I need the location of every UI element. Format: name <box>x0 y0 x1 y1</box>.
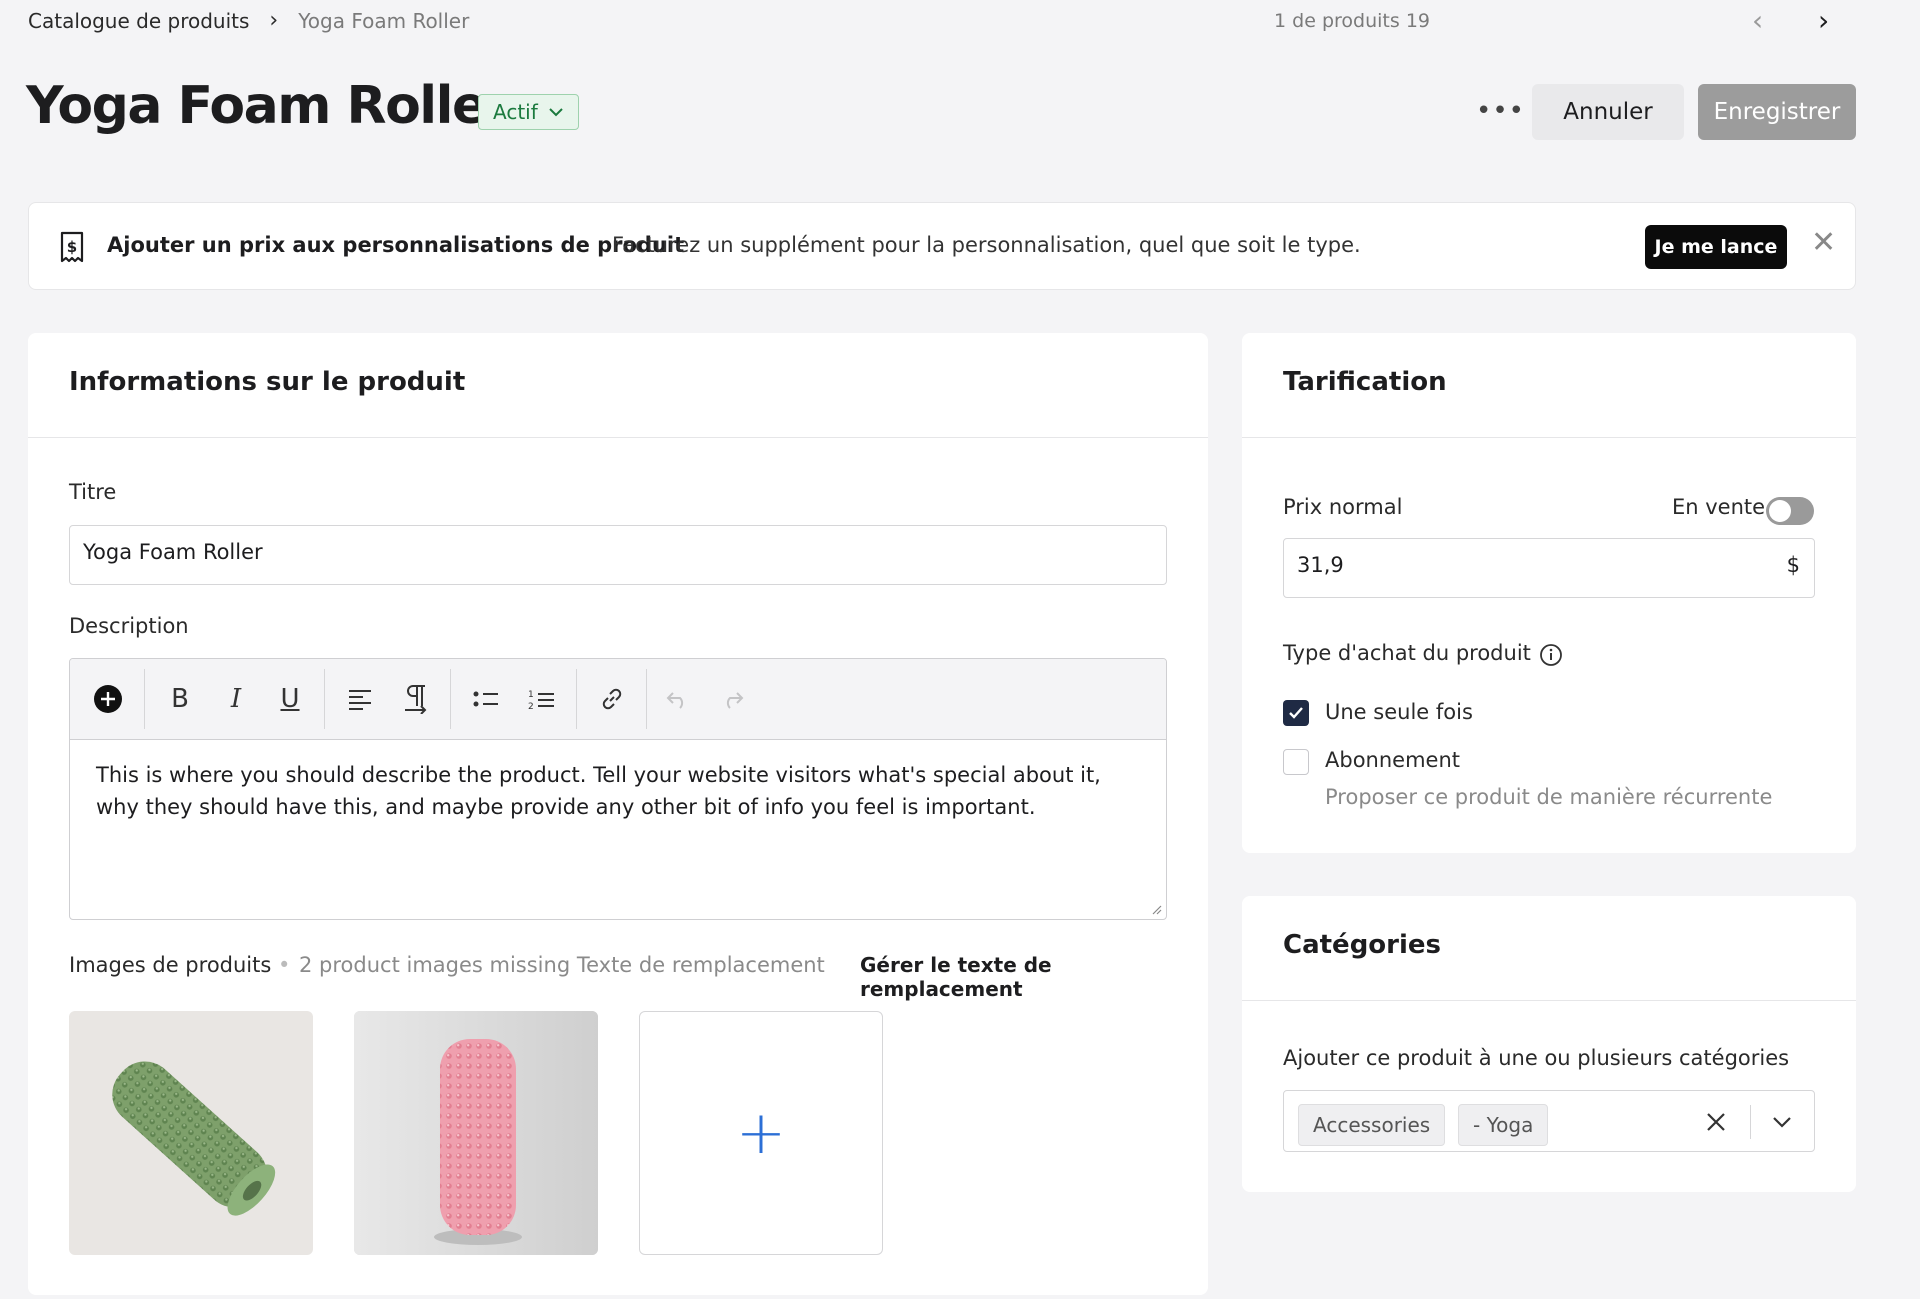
align-left-icon[interactable] <box>342 677 378 721</box>
chevron-left-icon[interactable]: ‹ <box>1752 4 1763 37</box>
product-image-pink-roller[interactable] <box>354 1011 598 1255</box>
save-button[interactable]: Enregistrer <box>1698 84 1856 140</box>
breadcrumb: Catalogue de produits › Yoga Foam Roller <box>28 8 469 33</box>
breadcrumb-current: Yoga Foam Roller <box>298 8 470 33</box>
banner-text: Facturez un supplément pour la personnal… <box>612 233 1361 257</box>
status-label: Actif <box>493 100 538 124</box>
numbered-list-icon[interactable]: 12 <box>524 677 560 721</box>
chevron-right-icon: › <box>269 8 279 33</box>
clear-icon[interactable] <box>1704 1110 1728 1134</box>
pager-text: 1 de produits 19 <box>1274 10 1430 32</box>
underline-button[interactable]: U <box>272 677 308 721</box>
breadcrumb-parent-link[interactable]: Catalogue de produits <box>28 9 249 33</box>
svg-text:2: 2 <box>528 702 534 710</box>
banner-cta-button[interactable]: Je me lance <box>1645 225 1787 269</box>
chevron-down-icon <box>549 108 563 117</box>
more-options-button[interactable]: ••• <box>1476 96 1525 126</box>
categories-select[interactable]: Accessories - Yoga <box>1283 1090 1815 1152</box>
italic-button[interactable]: I <box>218 677 254 721</box>
subscription-checkbox[interactable] <box>1283 749 1309 775</box>
product-info-card: Informations sur le produit Titre Yoga F… <box>28 333 1208 1295</box>
product-image-green-roller[interactable] <box>69 1011 313 1255</box>
resize-handle-icon[interactable] <box>1150 903 1162 915</box>
info-icon[interactable] <box>1539 643 1563 667</box>
title-input[interactable]: Yoga Foam Roller <box>69 525 1167 585</box>
promo-banner: $ Ajouter un prix aux personnalisations … <box>28 202 1856 290</box>
bold-button[interactable]: B <box>162 677 198 721</box>
sale-toggle[interactable] <box>1766 497 1814 525</box>
currency-symbol: $ <box>1786 553 1800 577</box>
price-label: Prix normal <box>1283 495 1403 519</box>
add-image-button[interactable]: + <box>639 1011 883 1255</box>
one-time-label: Une seule fois <box>1325 700 1473 724</box>
manage-alt-text-link[interactable]: Gérer le texte de remplacement <box>860 953 1208 1001</box>
images-label: Images de produits <box>69 953 272 977</box>
subscription-label: Abonnement <box>1325 748 1461 772</box>
subscription-hint: Proposer ce produit de manière récurrent… <box>1325 785 1773 809</box>
paragraph-direction-icon[interactable] <box>398 677 434 721</box>
add-block-icon[interactable] <box>90 677 126 721</box>
sale-label: En vente <box>1672 495 1766 519</box>
price-tag-icon: $ <box>60 231 84 263</box>
editor-toolbar: B I U 12 <box>70 659 1166 740</box>
status-dropdown[interactable]: Actif <box>478 94 579 130</box>
title-input-value: Yoga Foam Roller <box>83 540 263 564</box>
price-input-value: 31,9 <box>1297 553 1344 577</box>
pricing-card: Tarification Prix normal En vente 31,9 $… <box>1242 333 1856 853</box>
category-chip[interactable]: - Yoga <box>1458 1104 1549 1146</box>
close-icon[interactable]: ✕ <box>1811 225 1836 260</box>
chevron-down-icon[interactable] <box>1772 1115 1792 1129</box>
banner-title: Ajouter un prix aux personnalisations de… <box>107 233 685 257</box>
description-editor: B I U 12 This is where you should descri… <box>69 658 1167 920</box>
categories-label: Ajouter ce produit à une ou plusieurs ca… <box>1283 1046 1790 1070</box>
redo-icon[interactable] <box>714 677 750 721</box>
images-separator: • <box>278 953 291 977</box>
categories-card: Catégories Ajouter ce produit à une ou p… <box>1242 896 1856 1192</box>
undo-icon[interactable] <box>660 677 696 721</box>
purchase-type-label: Type d'achat du produit <box>1283 641 1531 665</box>
product-info-heading: Informations sur le produit <box>69 367 466 397</box>
description-label: Description <box>69 614 189 638</box>
one-time-checkbox[interactable] <box>1283 700 1309 726</box>
page-title: Yoga Foam Roller <box>26 76 511 136</box>
chevron-right-icon[interactable]: › <box>1818 4 1829 37</box>
pricing-heading: Tarification <box>1283 367 1447 397</box>
svg-text:$: $ <box>67 238 77 256</box>
title-label: Titre <box>69 480 117 504</box>
svg-text:1: 1 <box>528 690 534 700</box>
category-chip[interactable]: Accessories <box>1298 1104 1446 1146</box>
link-icon[interactable] <box>594 677 630 721</box>
bullet-list-icon[interactable] <box>468 677 504 721</box>
cancel-button[interactable]: Annuler <box>1532 84 1684 140</box>
categories-heading: Catégories <box>1283 930 1442 960</box>
price-input[interactable]: 31,9 $ <box>1283 538 1815 598</box>
images-warning: 2 product images missing Texte de rempla… <box>299 953 825 977</box>
description-textarea[interactable]: This is where you should describe the pr… <box>96 759 1126 823</box>
